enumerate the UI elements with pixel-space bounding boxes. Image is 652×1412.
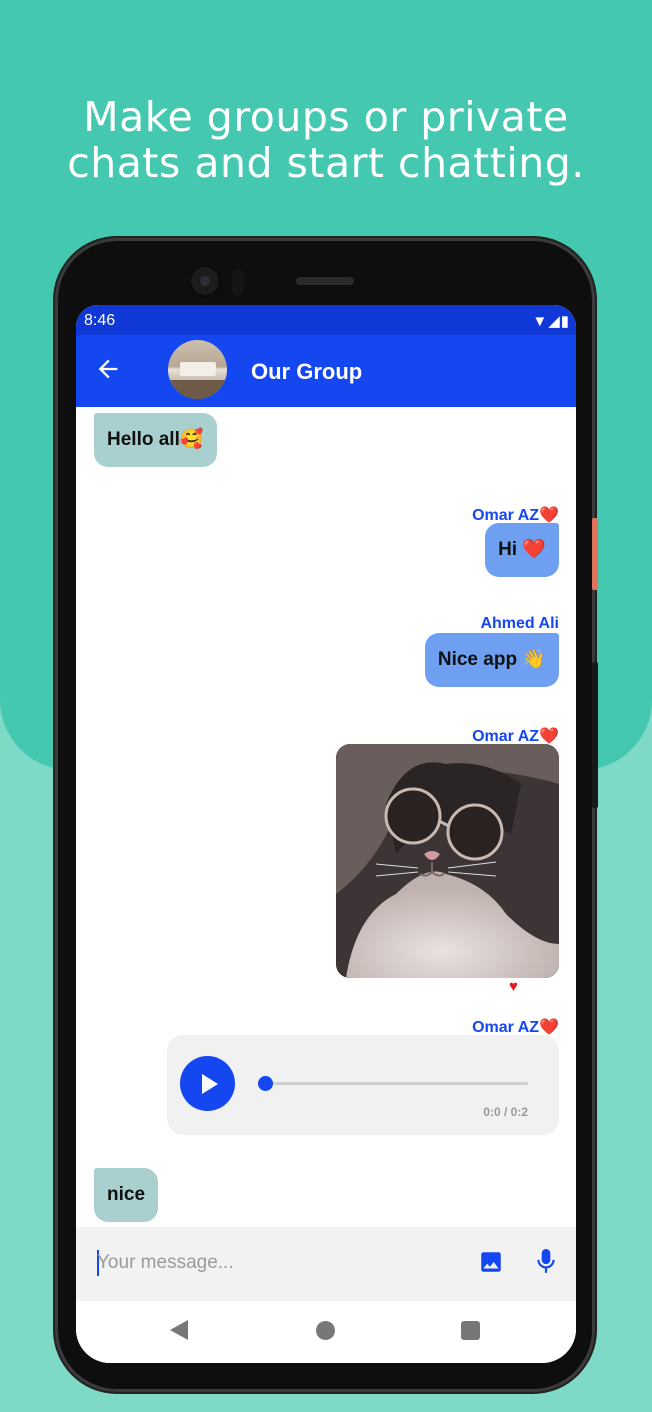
app-bar: Our Group <box>76 335 576 407</box>
microphone-icon-svg <box>537 1249 555 1273</box>
message-sender: Omar AZ❤️ <box>472 1019 559 1036</box>
message-list[interactable]: Hello all🥰 Omar AZ❤️ Hi ❤️ Ahmed Ali Nic… <box>76 407 576 1227</box>
message-bubble[interactable]: Hi ❤️ <box>485 523 559 577</box>
audio-progress-thumb[interactable] <box>258 1076 273 1091</box>
play-button[interactable] <box>180 1056 235 1111</box>
reaction-heart[interactable]: ♥ <box>509 978 518 995</box>
avatar-floor <box>168 380 227 399</box>
image-icon[interactable] <box>478 1249 504 1275</box>
audio-progress-track[interactable] <box>264 1082 528 1085</box>
wifi-icon: ▼ <box>532 313 549 330</box>
arrow-left-svg <box>98 359 118 379</box>
nav-recents-icon[interactable] <box>461 1321 480 1340</box>
message-sender: Omar AZ❤️ <box>472 507 559 524</box>
status-icons: ▼◢▮ <box>532 312 570 330</box>
headline-line-2: chats and start chatting. <box>67 139 585 187</box>
nav-home-icon[interactable] <box>316 1321 335 1340</box>
group-title[interactable]: Our Group <box>251 359 362 385</box>
message-sender: Ahmed Ali <box>480 615 559 632</box>
headline-line-1: Make groups or private <box>83 93 569 141</box>
status-bar: 8:46 ▼◢▮ <box>76 305 576 335</box>
avatar-shelf <box>180 362 216 376</box>
system-nav-bar <box>76 1301 576 1363</box>
message-input[interactable] <box>97 1244 447 1282</box>
earpiece-speaker <box>296 277 354 285</box>
microphone-icon[interactable] <box>533 1246 559 1278</box>
nav-back-icon[interactable] <box>170 1320 188 1340</box>
cat-photo <box>336 744 559 978</box>
group-avatar[interactable] <box>168 340 227 399</box>
phone-power-button <box>592 518 598 590</box>
audio-time: 0:0 / 0:2 <box>483 1105 528 1119</box>
image-icon-svg <box>481 1252 501 1272</box>
message-input-bar <box>76 1227 576 1301</box>
audio-message: 0:0 / 0:2 <box>167 1035 559 1135</box>
phone-screen: 8:46 ▼◢▮ Our Group Hello all🥰 Omar AZ❤️ … <box>76 305 576 1363</box>
message-bubble[interactable]: Hello all🥰 <box>94 413 217 467</box>
arrow-left-icon[interactable] <box>94 355 124 385</box>
status-time: 8:46 <box>84 312 116 329</box>
message-bubble[interactable]: nice <box>94 1168 159 1222</box>
message-bubble[interactable]: Nice app 👋 <box>424 633 559 687</box>
phone-volume-button <box>592 662 598 808</box>
proximity-sensor <box>232 270 244 296</box>
headline: Make groups or private chats and start c… <box>0 94 652 186</box>
front-camera <box>189 265 221 297</box>
battery-icon: ▮ <box>560 313 570 330</box>
signal-icon: ◢ <box>548 313 561 330</box>
message-sender: Omar AZ❤️ <box>472 728 559 745</box>
image-message[interactable] <box>336 744 559 978</box>
